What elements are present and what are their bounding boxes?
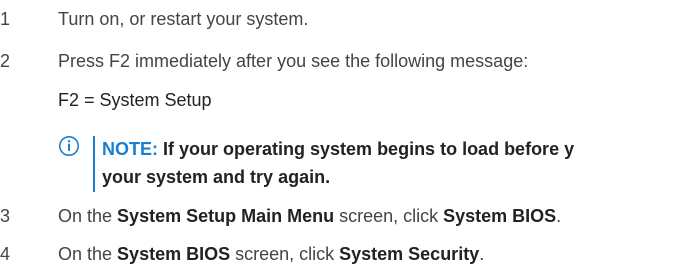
note-line-2: your system and try again. <box>102 167 331 187</box>
step-4: 4 On the System BIOS screen, click Syste… <box>0 242 682 266</box>
info-circle-icon <box>58 135 80 157</box>
step-4-text-c: . <box>479 244 485 264</box>
note-text: NOTE: If your operating system begins to… <box>102 135 682 191</box>
step-4-target-name: System Security <box>339 244 480 264</box>
step-1: 1 Turn on, or restart your system. <box>0 7 682 31</box>
step-3-menu-name: System Setup Main Menu <box>117 206 335 226</box>
note-line-1: NOTE: If your operating system begins to… <box>102 135 682 163</box>
step-3-text-b: screen, click <box>334 206 444 226</box>
instruction-document: 1 Turn on, or restart your system. 2 Pre… <box>0 0 682 267</box>
step-text: Turn on, or restart your system. <box>58 9 309 29</box>
step-3: 3 On the System Setup Main Menu screen, … <box>0 204 682 228</box>
step-3-target-name: System BIOS <box>443 206 557 226</box>
step-4-text-a: On the <box>58 244 118 264</box>
note-line-1-text: If your operating system begins to load … <box>163 139 575 159</box>
step-number: 2 <box>0 51 11 71</box>
setup-message: F2 = System Setup <box>58 90 212 110</box>
step-4-text-b: screen, click <box>230 244 340 264</box>
note-label: NOTE: <box>102 139 158 159</box>
note-box: NOTE: If your operating system begins to… <box>58 135 682 193</box>
step-text: On the System Setup Main Menu screen, cl… <box>58 204 682 228</box>
step-number: 1 <box>0 9 11 29</box>
step-3-text-a: On the <box>58 206 118 226</box>
step-3-text-c: . <box>556 206 562 226</box>
step-2: 2 Press F2 immediately after you see the… <box>0 49 682 73</box>
step-text: On the System BIOS screen, click System … <box>58 242 682 266</box>
step-number: 3 <box>0 206 11 226</box>
step-4-screen-name: System BIOS <box>117 244 231 264</box>
step-text: Press F2 immediately after you see the f… <box>58 51 529 71</box>
note-divider <box>93 136 95 192</box>
step-number: 4 <box>0 244 11 264</box>
